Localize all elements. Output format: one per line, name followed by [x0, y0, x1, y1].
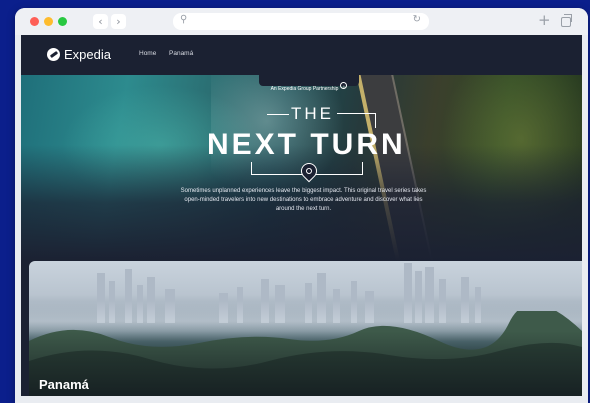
page-viewport: Expedia Home Panamá An Expedia Group Par…: [21, 35, 582, 396]
title-frame-line: [267, 114, 289, 115]
browser-window: ‹ › ⚲ ↻ + Expedia Home Panamá An Expedia…: [15, 8, 588, 403]
title-frame-line: [337, 113, 376, 128]
browser-toolbar: ‹ › ⚲ ↻ +: [15, 8, 588, 35]
nav-link-home[interactable]: Home: [139, 50, 156, 57]
address-bar[interactable]: ⚲ ↻: [173, 13, 429, 30]
close-window-button[interactable]: [30, 17, 39, 26]
tabs-overview-icon[interactable]: [561, 14, 572, 27]
expedia-logo[interactable]: Expedia: [47, 44, 111, 64]
logo-text: Expedia: [64, 46, 111, 62]
plane-icon: [47, 47, 60, 61]
new-tab-button[interactable]: +: [538, 12, 551, 29]
minimize-window-button[interactable]: [44, 17, 53, 26]
reload-icon[interactable]: ↻: [413, 14, 421, 25]
badge-label: An Expedia Group Partnership: [270, 86, 339, 92]
forward-button[interactable]: ›: [111, 14, 126, 29]
episode-card-panama[interactable]: Panamá: [29, 261, 582, 396]
nav-link-panama[interactable]: Panamá: [169, 50, 193, 57]
site-header: Expedia Home Panamá: [21, 35, 582, 75]
hero-tagline: Sometimes unplanned experiences leave th…: [180, 188, 427, 212]
hero-title-small: THE: [291, 104, 334, 123]
back-button[interactable]: ‹: [93, 14, 108, 29]
card-shade: [29, 331, 582, 396]
partnership-badge[interactable]: An Expedia Group Partnership i: [259, 75, 359, 92]
card-title: Panamá: [39, 377, 89, 392]
search-icon: ⚲: [180, 14, 188, 25]
hero-title: NEXT TURN: [207, 128, 406, 161]
maximize-window-button[interactable]: [58, 17, 67, 26]
